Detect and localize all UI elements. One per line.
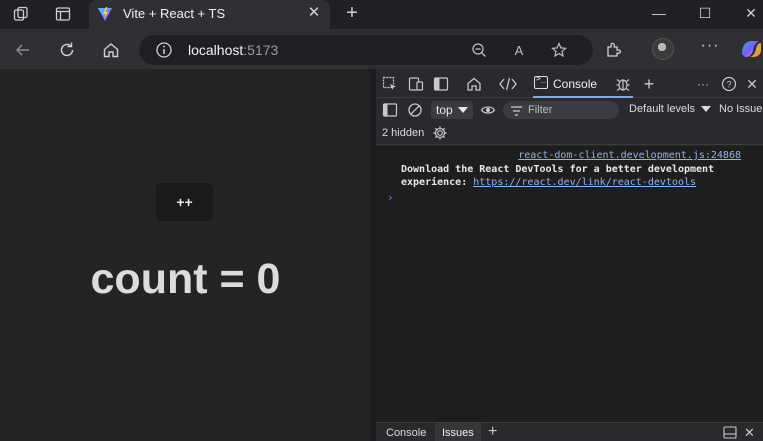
maximize-button[interactable]: ☐ xyxy=(695,3,715,23)
address-bar[interactable]: localhost:5173 A xyxy=(139,35,593,65)
source-link[interactable]: react-dom-client.development.js:24868 xyxy=(518,150,741,161)
tab-actions-icon[interactable] xyxy=(54,5,72,23)
help-glyph: ? xyxy=(726,80,731,90)
console-output: react-dom-client.development.js:24868 Do… xyxy=(376,146,763,422)
device-emulation-icon[interactable] xyxy=(407,75,425,93)
chevron-down-icon xyxy=(701,106,712,113)
url-host: localhost xyxy=(188,42,244,58)
more-menu-icon[interactable]: ··· xyxy=(700,38,720,58)
refresh-icon[interactable] xyxy=(56,39,78,61)
devtools-tab-bar: Console + ··· ? ✕ xyxy=(376,69,763,98)
site-info-icon[interactable] xyxy=(155,41,173,59)
home-icon[interactable] xyxy=(100,39,122,61)
live-expression-eye-icon[interactable] xyxy=(479,101,497,119)
browser-tab-bar: Vite + React + TS ✕ + — ☐ ✕ xyxy=(0,0,763,29)
debugger-bug-icon[interactable] xyxy=(614,75,632,93)
close-drawer-icon[interactable]: ✕ xyxy=(744,426,758,439)
close-window-button[interactable]: ✕ xyxy=(741,3,761,23)
chevron-down-icon xyxy=(458,107,468,113)
count-heading: count = 0 xyxy=(90,255,281,303)
help-icon[interactable]: ? xyxy=(720,75,738,93)
console-toolbar: top Filter Default levels No Issues xyxy=(376,98,763,122)
url-text[interactable]: localhost:5173 xyxy=(188,42,278,58)
issues-counter[interactable]: No Issues xyxy=(719,103,763,115)
gear-icon[interactable] xyxy=(432,125,448,141)
filter-placeholder: Filter xyxy=(528,104,553,116)
profile-avatar[interactable] xyxy=(652,38,674,60)
minimize-button[interactable]: — xyxy=(649,3,669,23)
drawer-add-tab-icon[interactable]: + xyxy=(488,423,497,441)
browser-tab-active[interactable]: Vite + React + TS ✕ xyxy=(89,0,330,29)
console-message: Download the React DevTools for a better… xyxy=(401,163,751,189)
url-port: :5173 xyxy=(243,42,279,58)
dock-drawer-icon[interactable] xyxy=(723,426,737,439)
sidebar-toggle-icon[interactable] xyxy=(381,101,399,119)
log-levels-dropdown[interactable]: Default levels xyxy=(629,103,712,115)
drawer-tab-console[interactable]: Console xyxy=(386,427,426,439)
increment-button[interactable]: ++ xyxy=(156,183,213,221)
dock-side-icon[interactable] xyxy=(432,75,450,93)
read-aloud-glyph: A xyxy=(514,42,524,58)
back-icon[interactable] xyxy=(12,39,34,61)
devtools-more-icon[interactable]: ··· xyxy=(694,75,712,93)
close-devtools-icon[interactable]: ✕ xyxy=(743,75,761,93)
browser-toolbar: localhost:5173 A ··· xyxy=(0,29,763,69)
context-value: top xyxy=(436,103,453,117)
favorite-star-icon[interactable] xyxy=(550,41,568,59)
inspect-element-icon[interactable] xyxy=(381,75,399,93)
console-icon xyxy=(534,74,548,89)
tab-close-icon[interactable]: ✕ xyxy=(306,5,322,21)
devtools-panel: Console + ··· ? ✕ top Filter xyxy=(376,69,763,441)
drawer-tab-issues[interactable]: Issues xyxy=(442,427,474,439)
context-select[interactable]: top xyxy=(431,101,473,119)
welcome-home-icon[interactable] xyxy=(465,75,483,93)
zoom-icon[interactable] xyxy=(470,41,488,59)
drawer-tab-bar: Console Issues + ✕ xyxy=(376,422,763,441)
more-tools-plus-icon[interactable]: + xyxy=(640,74,658,94)
copilot-icon[interactable] xyxy=(739,38,763,60)
workspaces-icon[interactable] xyxy=(12,5,30,23)
vite-favicon xyxy=(97,6,113,22)
filter-icon xyxy=(511,104,522,116)
hidden-messages-bar: 2 hidden xyxy=(376,122,763,145)
console-prompt-icon[interactable]: › xyxy=(387,191,394,204)
log-levels-label: Default levels xyxy=(629,103,696,115)
extensions-icon[interactable] xyxy=(603,39,625,61)
tab-title: Vite + React + TS xyxy=(123,6,226,21)
filter-input[interactable]: Filter xyxy=(503,101,619,119)
tab-console-label: Console xyxy=(553,77,598,91)
hidden-count: 2 hidden xyxy=(382,127,425,139)
devtools-link[interactable]: https://react.dev/link/react-devtools xyxy=(473,177,696,188)
elements-icon[interactable] xyxy=(499,75,517,93)
page-viewport: ++ count = 0 xyxy=(0,69,371,441)
clear-console-icon[interactable] xyxy=(406,101,424,119)
read-aloud-icon[interactable]: A xyxy=(510,41,528,59)
new-tab-button[interactable]: + xyxy=(342,3,362,23)
